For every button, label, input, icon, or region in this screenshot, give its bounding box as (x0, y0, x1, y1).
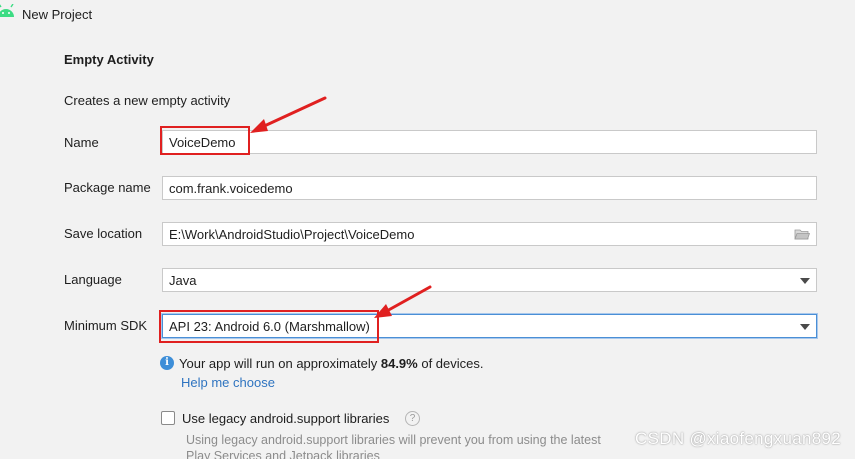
language-select[interactable]: Java (162, 268, 817, 292)
name-value: VoiceDemo (169, 134, 236, 150)
package-name-label: Package name (64, 180, 151, 195)
help-me-choose-link[interactable]: Help me choose (181, 375, 275, 390)
template-heading: Empty Activity (64, 52, 154, 67)
folder-icon[interactable] (794, 228, 810, 241)
minimum-sdk-value: API 23: Android 6.0 (Marshmallow) (169, 318, 370, 334)
name-field[interactable]: VoiceDemo (162, 130, 817, 154)
chevron-down-icon[interactable] (800, 324, 810, 330)
coverage-percent: 84.9% (380, 356, 418, 371)
window-title: New Project (22, 7, 93, 22)
coverage-suffix: of devices. (417, 356, 484, 371)
coverage-prefix: Your app will run on approximately (179, 356, 381, 371)
info-icon: i (160, 356, 174, 370)
save-location-value: E:\Work\AndroidStudio\Project\VoiceDemo (169, 226, 415, 242)
watermark: CSDN @xiaofengxuan892 (635, 429, 841, 448)
question-icon[interactable]: ? (405, 411, 420, 426)
save-location-field[interactable]: E:\Work\AndroidStudio\Project\VoiceDemo (162, 222, 817, 246)
android-icon (0, 4, 14, 17)
language-value: Java (169, 272, 197, 288)
legacy-support-hint: Using legacy android.support libraries w… (186, 433, 601, 459)
name-arrow (250, 96, 327, 133)
language-label: Language (64, 272, 122, 287)
name-label: Name (64, 135, 99, 150)
save-location-label: Save location (64, 226, 143, 241)
package-name-value: com.frank.voicedemo (169, 180, 293, 196)
legacy-support-checkbox[interactable] (161, 411, 175, 425)
template-description: Creates a new empty activity (64, 93, 231, 108)
legacy-support-label[interactable]: Use legacy android.support libraries (182, 411, 389, 426)
device-coverage-text: Your app will run on approximately 84.9%… (179, 356, 484, 371)
chevron-down-icon[interactable] (800, 278, 810, 284)
title-bar: New Project (0, 0, 855, 28)
package-name-field[interactable]: com.frank.voicedemo (162, 176, 817, 200)
minimum-sdk-label: Minimum SDK (64, 318, 148, 333)
minimum-sdk-select[interactable]: API 23: Android 6.0 (Marshmallow) (162, 314, 817, 338)
